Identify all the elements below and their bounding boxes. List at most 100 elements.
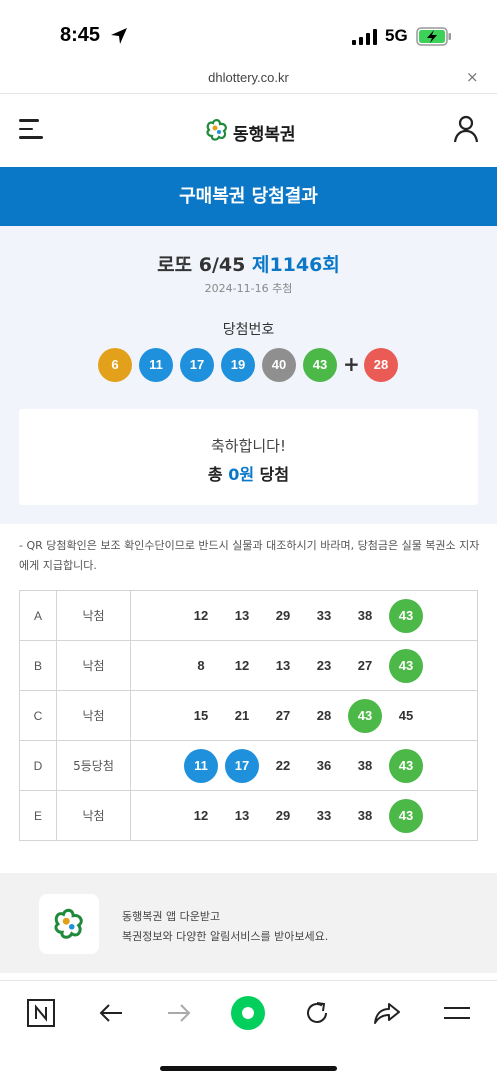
- ticket-table: A 낙첨 12 13 29 33 38 43 B 낙첨 8 12 13 23 27 43 C 낙첨 15 21 27 28…: [19, 590, 478, 841]
- ticket-number: 38: [357, 808, 373, 823]
- ticket-slot: A: [19, 590, 57, 641]
- dhlottery-app-icon: [54, 908, 83, 939]
- ticket-number: 29: [275, 808, 291, 823]
- ticket-numbers: 12 13 29 33 38 43: [130, 590, 478, 641]
- url-bar[interactable]: dhlottery.co.kr ×: [0, 68, 497, 94]
- ticket-numbers: 15 21 27 28 43 45: [130, 690, 478, 741]
- ticket-row: B 낙첨 8 12 13 23 27 43: [19, 640, 478, 691]
- ticket-number: 28: [316, 708, 332, 723]
- ticket-rank: 낙첨: [56, 590, 131, 641]
- winning-number-ball: 17: [180, 348, 214, 382]
- qr-notice: - QR 당첨확인은 보조 확인수단이므로 반드시 실물과 대조하시기 바라며,…: [19, 539, 480, 572]
- status-bar: 8:45 5G: [0, 0, 497, 70]
- ticket-number: 38: [357, 608, 373, 623]
- battery-charging-icon: [416, 27, 451, 46]
- winning-number-ball: 11: [139, 348, 173, 382]
- ticket-number: 33: [316, 608, 332, 623]
- promo-line-1: 동행복권 앱 다운받고: [122, 910, 221, 923]
- promo-line-2: 복권정보와 다양한 알림서비스를 받아보세요.: [122, 930, 329, 943]
- network-type: 5G: [385, 26, 408, 45]
- naver-n-icon[interactable]: [26, 998, 56, 1028]
- draw-title: 로또 6/45 제1146회: [0, 250, 497, 277]
- total-prize: 총 0원 당첨: [19, 461, 478, 485]
- ticket-number: 27: [275, 708, 291, 723]
- ticket-numbers: 8 12 13 23 27 43: [130, 640, 478, 691]
- ticket-slot: B: [19, 640, 57, 691]
- bonus-number-ball: 28: [364, 348, 398, 382]
- total-amount: 0원: [228, 465, 255, 484]
- ticket-number: 38: [357, 758, 373, 773]
- winning-number-ball: 6: [98, 348, 132, 382]
- green-home-icon[interactable]: [231, 996, 265, 1030]
- close-icon[interactable]: ×: [466, 68, 479, 86]
- winning-number-ball: 43: [303, 348, 337, 382]
- ticket-slot: D: [19, 740, 57, 791]
- dhlottery-logo-icon: [206, 119, 227, 141]
- draw-round: 제1146회: [251, 254, 340, 276]
- matched-number-ball: 43: [348, 699, 382, 733]
- reload-icon[interactable]: [302, 998, 332, 1028]
- matched-number-ball: 43: [389, 649, 423, 683]
- ticket-row: A 낙첨 12 13 29 33 38 43: [19, 590, 478, 641]
- app-icon[interactable]: [39, 894, 99, 954]
- ticket-number: 27: [357, 658, 373, 673]
- bonus-plus-sign: +: [343, 352, 360, 376]
- site-logo[interactable]: 동행복권: [204, 117, 304, 145]
- matched-number-ball: 11: [184, 749, 218, 783]
- ticket-number: 12: [234, 658, 250, 673]
- ticket-row: E 낙첨 12 13 29 33 38 43: [19, 790, 478, 841]
- site-header: 동행복권: [0, 95, 497, 167]
- status-time: 8:45: [60, 24, 101, 46]
- ticket-rank: 낙첨: [56, 640, 131, 691]
- forward-arrow-icon[interactable]: [164, 998, 194, 1028]
- ticket-number: 33: [316, 808, 332, 823]
- ticket-number: 23: [316, 658, 332, 673]
- total-suffix: 당첨: [254, 465, 290, 484]
- matched-number-ball: 17: [225, 749, 259, 783]
- ticket-rank: 5등당첨: [56, 740, 131, 791]
- ticket-number: 15: [193, 708, 209, 723]
- draw-date: 2024-11-16 추첨: [204, 282, 293, 295]
- ticket-number: 36: [316, 758, 332, 773]
- page-banner: 구매복권 당첨결과: [0, 167, 497, 226]
- winning-number-ball: 40: [262, 348, 296, 382]
- share-icon[interactable]: [372, 998, 402, 1028]
- game-name: 로또 6/45: [157, 254, 246, 276]
- matched-number-ball: 43: [389, 599, 423, 633]
- winning-number-ball: 19: [221, 348, 255, 382]
- ticket-number: 8: [197, 658, 205, 673]
- menu-icon[interactable]: [442, 998, 472, 1028]
- winning-numbers: 6 11 17 19 40 43 +28: [98, 348, 408, 382]
- ticket-row: C 낙첨 15 21 27 28 43 45: [19, 690, 478, 741]
- cellular-signal-icon: [352, 29, 377, 45]
- ticket-number: 22: [275, 758, 291, 773]
- ticket-number: 12: [193, 808, 209, 823]
- ticket-number: 13: [234, 608, 250, 623]
- ticket-rank: 낙첨: [56, 690, 131, 741]
- ticket-slot: E: [19, 790, 57, 841]
- logo-text: 동행복권: [233, 125, 296, 145]
- app-promo[interactable]: 동행복권 앱 다운받고 복권정보와 다양한 알림서비스를 받아보세요.: [0, 873, 497, 973]
- congrats-message: 축하합니다!: [210, 437, 286, 455]
- ticket-slot: C: [19, 690, 57, 741]
- url-text[interactable]: dhlottery.co.kr: [0, 70, 497, 85]
- congrats-box: 축하합니다! 총 0원 당첨: [19, 409, 478, 505]
- home-indicator: [160, 1066, 337, 1071]
- ticket-number: 45: [398, 708, 414, 723]
- ticket-numbers: 11 17 22 36 38 43: [130, 740, 478, 791]
- back-arrow-icon[interactable]: [96, 998, 126, 1028]
- browser-toolbar: [0, 980, 497, 1079]
- draw-result-panel: 로또 6/45 제1146회 2024-11-16 추첨 당첨번호 6 11 17 1…: [0, 226, 497, 524]
- ticket-number: 13: [275, 658, 291, 673]
- matched-number-ball: 43: [389, 799, 423, 833]
- winning-numbers-label: 당첨번호: [222, 322, 275, 338]
- ticket-numbers: 12 13 29 33 38 43: [130, 790, 478, 841]
- matched-number-ball: 43: [389, 749, 423, 783]
- ticket-number: 13: [234, 808, 250, 823]
- page-title: 구매복권 당첨결과: [179, 186, 318, 207]
- ticket-row: D 5등당첨 11 17 22 36 38 43: [19, 740, 478, 791]
- hamburger-menu-icon[interactable]: [19, 119, 43, 139]
- ticket-number: 21: [234, 708, 250, 723]
- ticket-rank: 낙첨: [56, 790, 131, 841]
- user-icon[interactable]: [453, 115, 479, 143]
